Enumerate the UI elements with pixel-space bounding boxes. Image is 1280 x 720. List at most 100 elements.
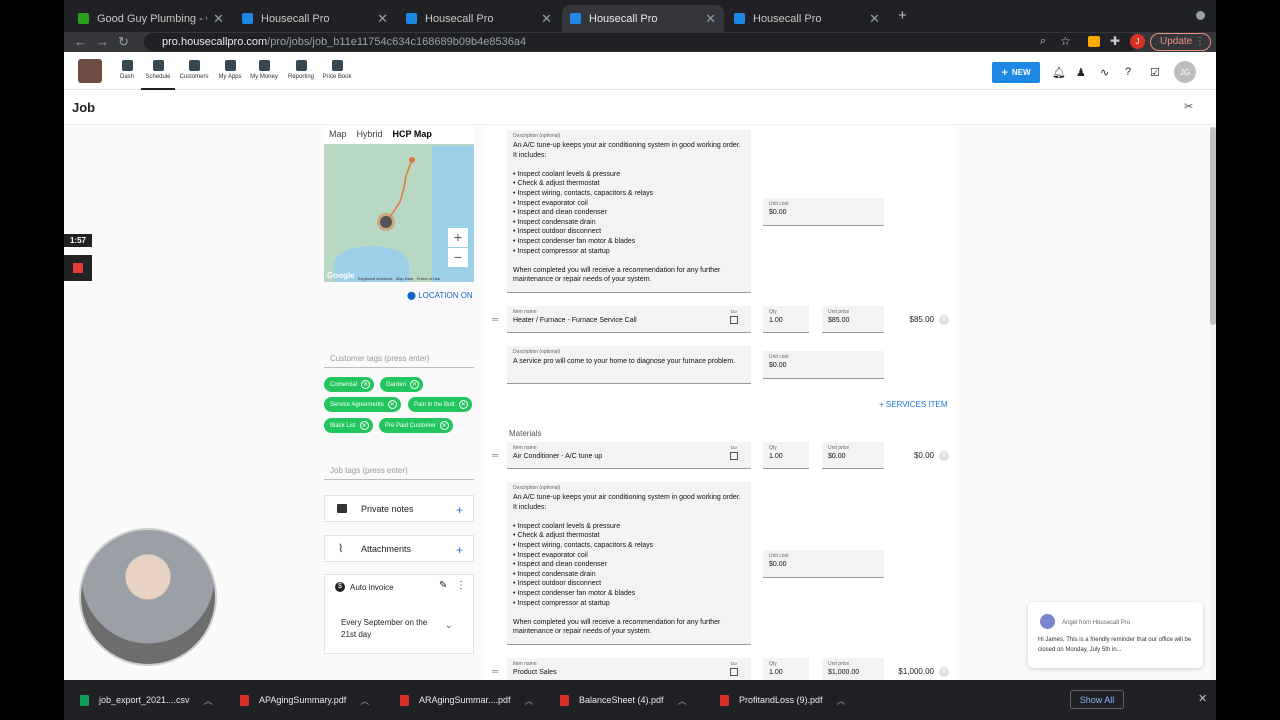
browser-tab[interactable]: Housecall Pro ✕ (726, 5, 888, 32)
nav-price-book[interactable]: Price Book (320, 58, 354, 80)
qty-field[interactable]: Qty 1.00 (763, 306, 809, 333)
customer-tags-input[interactable]: Customer tags (press enter) (324, 354, 474, 368)
description-field[interactable]: Description (optional) A service pro wil… (507, 346, 751, 384)
remove-item-icon[interactable]: ✕ (939, 667, 949, 677)
new-tab-icon[interactable]: + (898, 7, 907, 24)
item-name-field[interactable]: Item name Product Sales TAX (507, 658, 751, 680)
unit-cost-field[interactable]: Unit cost $0.00 (763, 198, 884, 226)
download-item[interactable]: ProfitandLoss (9).pdf ︿ (720, 680, 846, 720)
remove-item-icon[interactable]: ✕ (939, 315, 949, 325)
forward-icon[interactable]: → (96, 34, 109, 49)
description-field[interactable]: Description (optional) An A/C tune-up ke… (507, 130, 751, 293)
tools-icon[interactable]: ✂ (1184, 100, 1193, 113)
new-button[interactable]: + NEW (992, 62, 1040, 83)
remove-tag-icon[interactable]: ✕ (361, 380, 371, 389)
location-toggle[interactable]: ⬤ LOCATION ON (407, 291, 473, 300)
close-tab-icon[interactable]: ✕ (213, 11, 224, 27)
close-tab-icon[interactable]: ✕ (541, 11, 552, 27)
download-item[interactable]: job_export_2021....csv ︿ (80, 680, 213, 720)
download-item[interactable]: BalanceSheet (4).pdf ︿ (560, 680, 687, 720)
help-icon[interactable]: ? (1125, 66, 1131, 78)
tax-checkbox[interactable] (730, 316, 738, 324)
close-tab-icon[interactable]: ✕ (377, 11, 388, 27)
private-notes-card[interactable]: Private notes + (324, 495, 474, 522)
nav-reporting[interactable]: Reporting (284, 58, 318, 80)
add-services-item-button[interactable]: + SERVICES ITEM (879, 400, 948, 409)
more-vert-icon[interactable]: ⋮ (456, 580, 466, 591)
tab-hybrid[interactable]: Hybrid (352, 126, 388, 144)
remove-tag-icon[interactable]: ✕ (359, 421, 369, 430)
nav-my-money[interactable]: My Money (247, 58, 281, 80)
checklist-icon[interactable]: ☑ (1150, 66, 1160, 79)
puzzle-icon[interactable]: ✚ (1110, 34, 1120, 48)
remove-tag-icon[interactable]: ✕ (410, 380, 420, 389)
drag-handle-icon[interactable]: ═ (492, 314, 498, 324)
qty-field[interactable]: Qty 1.00 (763, 442, 809, 469)
item-name-field[interactable]: Item name Heater / Furnace - Furnace Ser… (507, 306, 751, 333)
activity-icon[interactable]: ∿ (1100, 66, 1109, 79)
close-tab-icon[interactable]: ✕ (869, 11, 880, 27)
remove-tag-icon[interactable]: ✕ (439, 421, 449, 430)
nav-schedule[interactable]: Schedule (141, 58, 175, 90)
add-note-icon[interactable]: + (456, 503, 463, 517)
browser-tab-active[interactable]: Housecall Pro ✕ (562, 5, 724, 32)
url-field[interactable]: pro.housecallpro.com/pro/jobs/job_b11e11… (144, 33, 1139, 51)
person-icon[interactable]: ♟ (1076, 66, 1086, 79)
scrollbar-thumb[interactable] (1210, 127, 1216, 325)
drag-handle-icon[interactable]: ═ (492, 666, 498, 676)
tax-checkbox[interactable] (730, 452, 738, 460)
unit-price-field[interactable]: Unit price $85.00 (822, 306, 884, 333)
add-attachment-icon[interactable]: + (456, 543, 463, 557)
bell-icon[interactable]: 🔔︎ (1052, 66, 1066, 79)
browser-tab[interactable]: Good Guy Plumbing - QuickBo✕ (70, 5, 232, 32)
nav-dash[interactable]: Dash (110, 58, 144, 80)
line-total: $85.00 (909, 315, 934, 324)
download-item[interactable]: ARAgingSummar....pdf ︿ (400, 680, 534, 720)
profile-avatar[interactable]: J (1130, 34, 1145, 49)
description-field[interactable]: Description (optional) An A/C tune-up ke… (507, 482, 751, 645)
chevron-up-icon[interactable]: ︿ (204, 694, 213, 707)
edit-pencil-icon[interactable]: ✎ (439, 580, 447, 591)
attachments-card[interactable]: ⌇ Attachments + (324, 535, 474, 562)
drag-handle-icon[interactable]: ═ (492, 450, 498, 460)
back-icon[interactable]: ← (74, 34, 87, 49)
chevron-up-icon[interactable]: ︿ (525, 694, 534, 707)
job-tags-input[interactable]: Job tags (press enter) (324, 466, 474, 480)
unit-cost-field[interactable]: Unit cost $0.00 (763, 351, 884, 379)
close-downloads-icon[interactable]: ✕ (1198, 692, 1207, 705)
user-avatar[interactable]: JG (1174, 61, 1196, 83)
unit-cost-field[interactable]: Unit cost $0.00 (763, 550, 884, 578)
chevron-up-icon[interactable]: ︿ (678, 694, 687, 707)
chevron-down-icon[interactable]: ⌄ (445, 620, 453, 631)
chevron-up-icon[interactable]: ︿ (360, 694, 369, 707)
chat-popup[interactable]: Angel from Housecall Pro Hi James, This … (1028, 602, 1203, 668)
extension-icon[interactable] (1088, 36, 1100, 47)
chevron-up-icon[interactable]: ︿ (837, 694, 846, 707)
show-all-downloads-button[interactable]: Show All (1070, 690, 1124, 709)
unit-price-field[interactable]: Unit price $0.00 (822, 442, 884, 469)
zoom-out-button[interactable]: − (448, 248, 468, 267)
qty-field[interactable]: Qty 1.00 (763, 658, 809, 680)
download-item[interactable]: APAgingSummary.pdf ︿ (240, 680, 369, 720)
remove-item-icon[interactable]: ✕ (939, 451, 949, 461)
stop-recording-button[interactable] (64, 255, 92, 281)
unit-price-field[interactable]: Unit price $1,000.00 (822, 658, 884, 680)
bookmark-star-icon[interactable]: ☆ (1060, 34, 1071, 48)
browser-tab[interactable]: Housecall Pro ✕ (398, 5, 560, 32)
nav-my-apps[interactable]: My Apps (213, 58, 247, 80)
close-tab-icon[interactable]: ✕ (705, 11, 716, 27)
remove-tag-icon[interactable]: ✕ (387, 400, 397, 409)
tax-checkbox[interactable] (730, 668, 738, 676)
remove-tag-icon[interactable]: ✕ (458, 400, 468, 409)
tab-search-icon[interactable] (1196, 11, 1205, 20)
zoom-search-icon[interactable]: ⌕ (1040, 35, 1046, 48)
tab-hcp-map[interactable]: HCP Map (388, 126, 437, 144)
tab-map[interactable]: Map (324, 126, 352, 144)
item-name-field[interactable]: Item name Air Conditioner - A/C tune up … (507, 442, 751, 469)
reload-icon[interactable]: ↻ (118, 34, 129, 50)
update-button[interactable]: Update ⋮ (1150, 33, 1211, 51)
job-map[interactable]: Map Hybrid HCP Map + − Google Keyboard s… (324, 126, 474, 282)
browser-tab[interactable]: Housecall Pro ✕ (234, 5, 396, 32)
nav-customers[interactable]: Customers (177, 58, 211, 80)
zoom-in-button[interactable]: + (448, 228, 468, 247)
